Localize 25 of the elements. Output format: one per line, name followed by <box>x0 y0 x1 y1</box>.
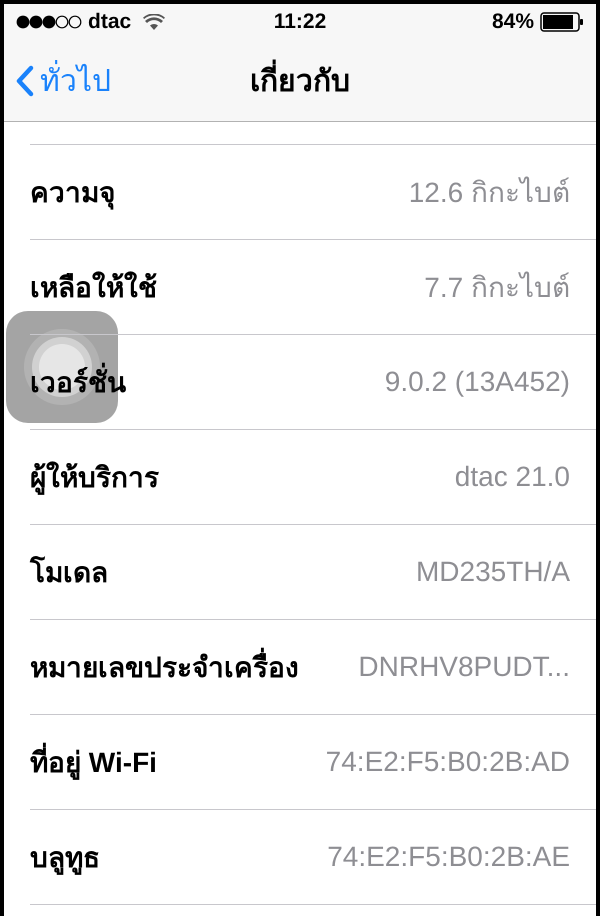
row-value: 74:E2:F5:B0:2B:AD <box>326 746 570 778</box>
row-label: โมเดล <box>30 555 108 590</box>
row-label: บลูทูธ <box>30 841 100 877</box>
row-value: dtac 21.0 <box>454 461 570 493</box>
row-label: เวอร์ชั่น <box>30 360 126 404</box>
row-label: ผู้ให้บริการ <box>30 460 159 497</box>
row-label: เหลือให้ใช้ <box>30 270 157 305</box>
carrier-name: dtac <box>88 10 132 34</box>
battery-percent: 84% <box>492 10 534 34</box>
row-value: DNRHV8PUDT... <box>358 651 570 683</box>
chevron-icon <box>16 64 34 96</box>
row-value: 74:E2:F5:B0:2B:AE <box>327 841 570 873</box>
row-label: ความจุ <box>30 176 115 212</box>
signal-icon <box>16 15 82 29</box>
page-title: เกี่ยวกับ <box>250 57 350 104</box>
battery-icon <box>540 12 584 32</box>
row-value: 7.7 กิกะไบต์ <box>424 270 570 305</box>
row-value: 9.0.2 (13A452) <box>384 366 570 398</box>
row-label: ที่อยู่ Wi-Fi <box>30 740 157 784</box>
row-value: 12.6 กิกะไบต์ <box>408 176 570 210</box>
row-value: MD235TH/A <box>416 556 570 588</box>
clock-time: 11:22 <box>274 10 326 34</box>
back-button[interactable]: ทั่วไป <box>16 57 111 104</box>
row-label: หมายเลขประจำเครื่อง <box>30 645 299 689</box>
wifi-icon <box>143 14 166 30</box>
